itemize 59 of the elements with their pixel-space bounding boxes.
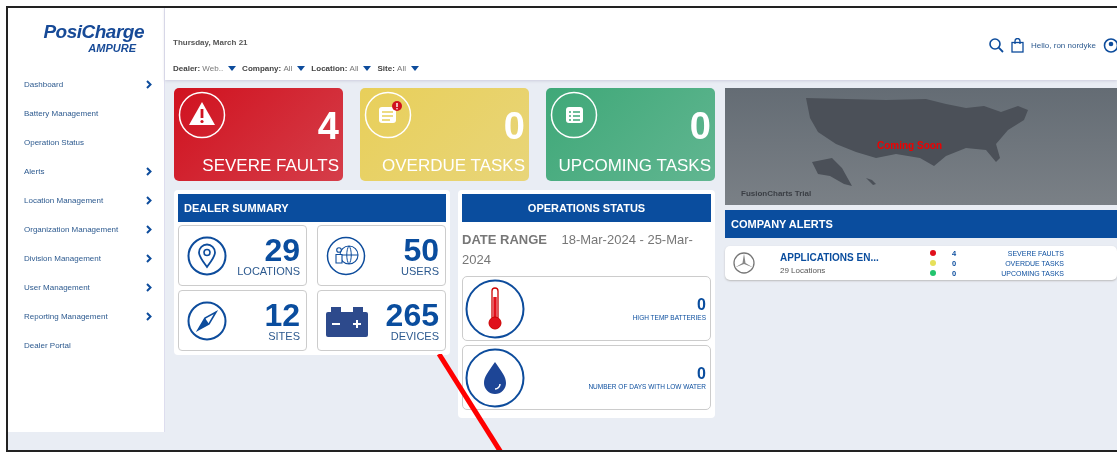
sidebar-item[interactable]: Dealer Portal xyxy=(8,331,164,360)
stat-value: 29 xyxy=(264,234,300,265)
shopping-bag-icon[interactable] xyxy=(1011,38,1025,53)
stat-label: DEVICES xyxy=(390,329,439,342)
search-icon[interactable] xyxy=(989,38,1005,53)
overdue-list-icon xyxy=(364,91,412,139)
dropdown-caret-icon[interactable] xyxy=(297,66,306,71)
tile-count: 0 xyxy=(503,105,525,148)
stat-value: 265 xyxy=(385,299,439,330)
sidebar-item[interactable]: Location Management xyxy=(8,186,164,215)
person-globe-icon xyxy=(326,235,366,276)
location-pin-icon xyxy=(187,235,227,276)
sidebar-item[interactable]: Dashboard xyxy=(8,70,164,99)
dropdown-caret-icon[interactable] xyxy=(228,66,237,71)
sidebar-item[interactable]: Division Management xyxy=(8,244,164,273)
sidebar-item[interactable]: Reporting Management xyxy=(8,302,164,331)
filter-dropdown[interactable]: Company: All xyxy=(242,64,306,73)
user-avatar-icon[interactable] xyxy=(1103,38,1117,53)
thermometer-icon xyxy=(465,278,525,339)
stat-label: LOCATIONS xyxy=(237,264,300,277)
date-range-text: DATE RANGE 18-Mar-2024 - 25-Mar-2024 xyxy=(462,231,694,269)
metric-value: 0 xyxy=(697,365,706,383)
stat-label: SITES xyxy=(268,329,300,342)
map-overlay-text: Coming Soon xyxy=(877,140,942,151)
dropdown-caret-icon[interactable] xyxy=(410,66,419,71)
stat-label: USERS xyxy=(401,264,439,277)
list-icon xyxy=(550,91,598,139)
panel-header: DEALER SUMMARY xyxy=(178,194,446,222)
summary-tile[interactable]: 4 SEVERE FAULTS xyxy=(174,88,343,181)
metric-value: 0 xyxy=(697,296,706,314)
tile-label: UPCOMING TASKS xyxy=(558,156,711,176)
filter-dropdown[interactable]: Dealer: Web.. xyxy=(173,64,237,73)
compass-icon xyxy=(187,300,227,341)
warning-icon xyxy=(178,91,226,139)
user-greeting: Hello, ron nordyke xyxy=(1031,41,1096,50)
battery-icon xyxy=(326,304,368,337)
stat-value: 50 xyxy=(403,234,439,265)
current-date: Thursday, March 21 xyxy=(173,38,249,47)
sidebar-item[interactable]: Operation Status xyxy=(8,128,164,157)
dropdown-caret-icon[interactable] xyxy=(363,66,372,71)
tile-label: OVERDUE TASKS xyxy=(382,156,525,176)
panel-header: OPERATIONS STATUS xyxy=(462,194,711,222)
tile-label: SEVERE FAULTS xyxy=(202,156,339,176)
water-drop-icon xyxy=(465,347,525,408)
tile-count: 4 xyxy=(317,105,339,148)
stat-value: 12 xyxy=(264,299,300,330)
sidebar-item[interactable]: Battery Management xyxy=(8,99,164,128)
panel-header: COMPANY ALERTS xyxy=(725,210,1117,238)
sidebar-item[interactable]: Alerts xyxy=(8,157,164,186)
star-emblem-icon xyxy=(733,252,755,274)
tile-count: 0 xyxy=(689,105,711,148)
sidebar-item[interactable]: Organization Management xyxy=(8,215,164,244)
company-name[interactable]: APPLICATIONS EN... xyxy=(780,251,930,263)
sidebar-item[interactable]: User Management xyxy=(8,273,164,302)
filter-dropdown[interactable]: Site: All xyxy=(377,64,419,73)
chart-credit: FusionCharts Trial xyxy=(741,189,812,198)
location-count: 29 Locations xyxy=(780,265,827,275)
company-logo: PosiCharge AMPURE xyxy=(42,20,145,56)
filter-dropdown[interactable]: Location: All xyxy=(311,64,372,73)
